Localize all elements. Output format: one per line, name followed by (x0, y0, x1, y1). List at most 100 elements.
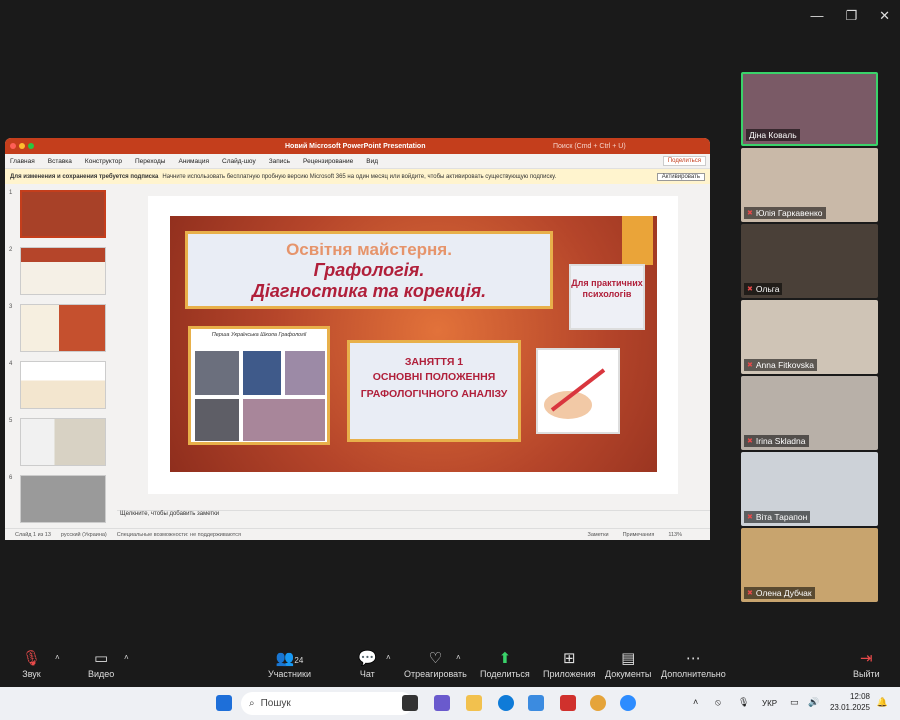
participants-button[interactable]: 👥24 Участники (268, 649, 311, 679)
ppt-titlebar: Новий Microsoft PowerPoint Presentation … (5, 138, 710, 154)
language-indicator[interactable]: УКР (762, 699, 777, 708)
chat-options-chevron[interactable]: ˄ (386, 653, 391, 662)
volume-icon[interactable]: 🔊 (808, 697, 819, 708)
taskbar-search[interactable]: ⌕ Пошук (241, 692, 413, 715)
thumb-slide[interactable] (20, 418, 106, 466)
activate-button[interactable]: Активировать (656, 172, 705, 181)
share-button[interactable]: Поделиться (662, 156, 706, 166)
participant-tile[interactable]: Діна Коваль (741, 72, 878, 146)
file-explorer-icon[interactable] (466, 695, 482, 711)
hand-pen-icon (544, 368, 606, 419)
participant-gallery: Діна Коваль ✖ Юлія Гаркавенко ✖ Ольга ✖ Ann… (741, 72, 878, 604)
thumb-slide[interactable] (20, 190, 106, 238)
mic-muted-icon: ✖ (747, 286, 753, 293)
traffic-lights (10, 143, 34, 149)
edge-icon[interactable] (498, 695, 514, 711)
participant-name: Олена Дубчак (755, 588, 812, 598)
thumb-number: 6 (9, 475, 13, 481)
leave-label: Выйти (853, 669, 880, 679)
video-button[interactable]: ▭ Видео (88, 649, 114, 679)
audio-button[interactable]: 🎙 Звук (22, 649, 41, 679)
thumb-slide[interactable] (20, 475, 106, 523)
title-box: Освітня майстерня. Графологія. Діагности… (185, 231, 553, 309)
tab-view[interactable]: Вид (366, 158, 378, 165)
app-icon[interactable] (560, 695, 576, 711)
participant-tile[interactable]: ✖ Anna Fitkovska (741, 300, 878, 374)
photo (243, 351, 281, 395)
ppt-search[interactable]: Поиск (Cmd + Ctrl + U) (553, 143, 626, 150)
participants-label: Участники (268, 669, 311, 679)
thumb-slide[interactable] (20, 247, 106, 295)
minimize-dot[interactable] (19, 143, 25, 149)
bookmark-tab (622, 216, 653, 265)
window-controls: — ❐ ✕ (810, 8, 890, 24)
chrome-icon[interactable] (590, 695, 606, 711)
zoom-dot[interactable] (28, 143, 34, 149)
store-icon[interactable] (528, 695, 544, 711)
chat-button[interactable]: 💬 Чат (358, 649, 377, 679)
zoom-app-icon[interactable] (620, 695, 636, 711)
participant-tile[interactable]: ✖ Олена Дубчак (741, 528, 878, 602)
camera-icon: ▭ (94, 650, 109, 667)
photo (195, 351, 239, 395)
clock[interactable]: 12:08 23.01.2025 (830, 691, 870, 713)
leave-button[interactable]: ⇥ Выйти (853, 649, 880, 679)
notes-pane[interactable]: Щелкните, чтобы добавить заметки (117, 510, 710, 524)
close-dot[interactable] (10, 143, 16, 149)
react-options-chevron[interactable]: ˄ (456, 653, 461, 662)
slide-counter: Слайд 1 из 13 (15, 531, 51, 538)
share-screen-button[interactable]: ⬆ Поделиться (480, 649, 530, 679)
slide-background: Освітня майстерня. Графологія. Діагности… (170, 216, 657, 472)
school-photo-collage: Перша Українська Школа Графології (188, 326, 330, 445)
tab-review[interactable]: Рецензирование (303, 158, 353, 165)
document-icon: ▤ (621, 650, 636, 667)
people-icon: 👥24 (275, 650, 304, 667)
close-icon[interactable]: ✕ (879, 8, 890, 24)
network-icon[interactable]: ⦸ (715, 697, 721, 708)
tab-record[interactable]: Запись (269, 158, 290, 165)
participants-count: 24 (294, 656, 304, 665)
docs-label: Документы (605, 669, 652, 679)
restore-icon[interactable]: ❐ (845, 8, 857, 24)
photo (243, 399, 325, 441)
audience-box: Для практичних психологів (569, 264, 645, 330)
thumb-slide[interactable] (20, 361, 106, 409)
participant-tile[interactable]: ✖ Irina Skladna (741, 376, 878, 450)
thumb-number: 2 (9, 247, 13, 253)
zoom-level[interactable]: 113% (668, 532, 682, 538)
tab-home[interactable]: Главная (10, 158, 35, 165)
tab-insert[interactable]: Вставка (48, 158, 72, 165)
mic-icon[interactable]: 🎙 (738, 697, 749, 708)
task-view-icon[interactable] (402, 695, 418, 711)
lesson-topic: ОСНОВНІ ПОЛОЖЕННЯ (372, 371, 496, 383)
language: русский (Украина) (60, 531, 107, 538)
current-slide[interactable]: Освітня майстерня. Графологія. Діагности… (148, 196, 678, 494)
tab-slideshow[interactable]: Слайд-шоу (222, 158, 256, 165)
participant-tile[interactable]: ✖ Віта Тарапон (741, 452, 878, 526)
audio-options-chevron[interactable]: ˄ (55, 653, 60, 662)
ppt-title: Новий Microsoft PowerPoint Presentation (285, 142, 426, 150)
thumb-slide[interactable] (20, 304, 106, 352)
notes-toggle[interactable]: Заметки (588, 532, 609, 538)
tab-transitions[interactable]: Переходы (135, 158, 166, 165)
notification-icon[interactable]: 🔔 (877, 697, 888, 708)
subscription-notice: Для изменения и сохранения требуется под… (5, 169, 710, 184)
participant-tile[interactable]: ✖ Ольга (741, 224, 878, 298)
docs-button[interactable]: ▤ Документы (605, 649, 651, 679)
copilot-icon[interactable] (434, 695, 450, 711)
minimize-icon[interactable]: — (810, 8, 823, 24)
participant-name: Irina Skladna (755, 436, 806, 446)
mic-muted-icon: ✖ (747, 210, 753, 217)
tray-chevron-icon[interactable]: ˄ (693, 697, 698, 707)
display-icon[interactable]: ▭ (790, 697, 799, 708)
slide-thumbnails: 1 2 3 4 5 6 (5, 184, 115, 524)
more-label: Дополнительно (661, 669, 726, 679)
start-icon[interactable] (216, 695, 232, 711)
tab-design[interactable]: Конструктор (85, 158, 122, 165)
video-options-chevron[interactable]: ˄ (124, 653, 129, 662)
participant-tile[interactable]: ✖ Юлія Гаркавенко (741, 148, 878, 222)
tab-animation[interactable]: Анимация (178, 158, 209, 165)
apps-button[interactable]: ⊞ Приложения (543, 649, 596, 679)
comments-toggle[interactable]: Примечания (623, 532, 655, 538)
more-button[interactable]: ⋯ Дополнительно (661, 649, 726, 679)
